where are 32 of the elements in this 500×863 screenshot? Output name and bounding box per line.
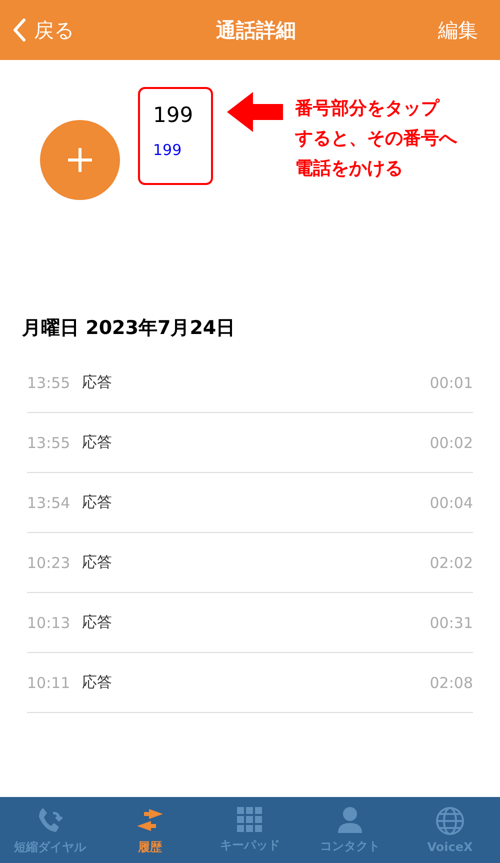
call-type: 応答 [82,493,112,512]
call-type: 応答 [82,613,112,632]
call-type: 応答 [82,553,112,572]
call-time: 10:23 [27,554,70,572]
call-time: 13:55 [27,434,70,452]
edit-button[interactable]: 編集 [438,16,478,44]
call-type: 応答 [82,433,112,452]
call-duration: 02:08 [430,674,473,692]
call-duration: 00:01 [430,374,473,392]
person-icon [337,806,363,834]
call-time: 10:11 [27,674,70,692]
contact-name: 199 [153,103,194,127]
annotation-text: 番号部分をタップ すると、その番号へ 電話をかける [295,97,457,181]
back-button[interactable]: 戻る [12,16,74,44]
chevron-left-icon [12,18,26,42]
call-time: 13:55 [27,374,70,392]
date-heading: 月曜日 2023年7月24日 [22,316,236,341]
tab[interactable]: 履歴 [100,797,200,863]
call-type: 応答 [82,373,112,392]
call-type: 応答 [82,673,112,692]
phone-number-link[interactable]: 199 [153,141,211,159]
call-duration: 00:02 [430,434,473,452]
keypad-icon [237,806,263,832]
call-duration: 00:04 [430,494,473,512]
globe-icon [435,806,465,836]
call-duration: 00:31 [430,614,473,632]
screen-title: 通話詳細 [216,16,296,44]
arrow-left-icon [227,92,283,132]
plus-icon [67,147,93,173]
call-time: 13:54 [27,494,70,512]
call-time: 10:13 [27,614,70,632]
call-duration: 02:02 [430,554,473,572]
